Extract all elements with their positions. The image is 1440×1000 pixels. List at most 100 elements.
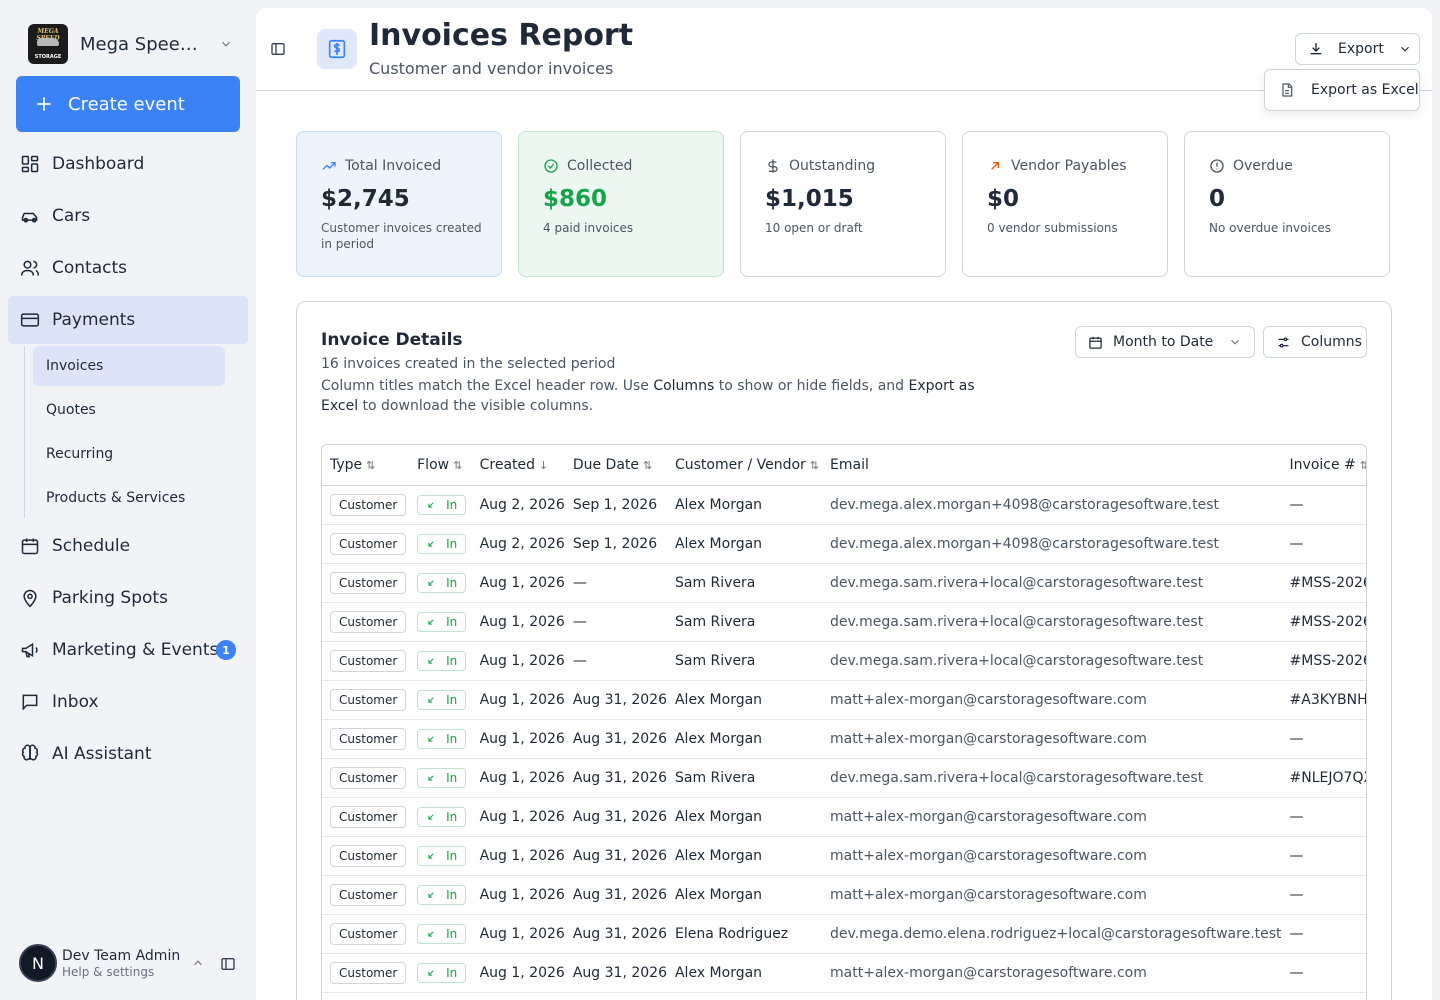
column-header-invoice-number[interactable]: Invoice # ⇅ — [1281, 445, 1366, 486]
nav-item-payments[interactable]: Payments — [8, 296, 248, 344]
flow-label: In — [446, 848, 458, 863]
sub-item-recurring[interactable]: Recurring — [33, 434, 225, 474]
avatar: N — [19, 944, 57, 982]
sort-icon: ⇅ — [1360, 459, 1366, 472]
flow-badge: In — [417, 767, 467, 788]
type-badge: Customer — [330, 688, 407, 711]
workspace-switcher[interactable]: MEGA SPEED STORAGE Mega Speed... — [28, 24, 233, 64]
page-header: Invoices Report Customer and vendor invo… — [256, 8, 1432, 91]
cell-email: matt+alex-morgan@carstoragesoftware.com — [822, 836, 1282, 876]
collapse-sidebar-icon[interactable] — [220, 956, 236, 972]
table-row[interactable]: Customer In Aug 2, 2026 Sep 1, 2026 Alex Mor… — [322, 485, 1366, 525]
date-range-select[interactable]: Month to Date — [1075, 326, 1255, 358]
sub-item-quotes[interactable]: Quotes — [33, 390, 225, 430]
flow-label: In — [446, 653, 458, 668]
invoice-table-container[interactable]: Type ⇅ Flow ⇅ Created ↓ Due Date ⇅ Customer … — [321, 444, 1367, 1000]
invoice-details-panel: Invoice Details 16 invoices created in t… — [296, 301, 1392, 1000]
cell-flow: In — [409, 914, 472, 954]
cell-flow: In — [409, 563, 472, 603]
sort-icon: ⇅ — [366, 458, 376, 472]
nav-label: Marketing & Events — [52, 640, 219, 660]
columns-button[interactable]: Columns — [1263, 326, 1367, 358]
nav-item-marketing-events[interactable]: Marketing & Events 1 — [8, 626, 248, 674]
arrow-down-left-icon — [426, 968, 436, 978]
sub-item-invoices[interactable]: Invoices — [33, 346, 225, 386]
cell-email: dev.mega.sam.rivera+local@carstoragesoft… — [822, 758, 1282, 798]
cell-type: Customer — [322, 875, 410, 915]
card-overdue: Overdue 0 No overdue invoices — [1184, 131, 1390, 277]
toggle-sidebar-icon[interactable] — [270, 41, 286, 57]
cell-created: Aug 1, 2026 — [471, 797, 565, 837]
flow-badge: In — [417, 533, 467, 554]
table-row[interactable]: Customer In Aug 1, 2026 Aug 31, 2026 Elena R… — [322, 914, 1366, 954]
column-header-email: Email — [822, 445, 1282, 486]
table-row[interactable]: Customer In Aug 1, 2026 Aug 31, 2026 Alex Mo… — [322, 875, 1366, 915]
flow-label: In — [446, 536, 458, 551]
flow-badge: In — [417, 728, 467, 749]
column-header-due-date[interactable]: Due Date ⇅ — [564, 445, 667, 486]
nav-item-cars[interactable]: Cars — [8, 192, 248, 240]
type-badge: Customer — [330, 649, 407, 672]
cell-due-date: Aug 31, 2026 — [564, 914, 667, 954]
table-row[interactable]: Customer In Aug 1, 2026 Aug 31, 2026 Alex Mo… — [322, 953, 1366, 993]
cell-email: matt+alex-morgan@carstoragesoftware.com — [822, 953, 1282, 993]
table-row[interactable]: Customer In Aug 1, 2026— Sam Rivera dev.mega… — [322, 602, 1366, 642]
card-header: Total Invoiced — [321, 158, 441, 174]
cell-type: Customer — [322, 797, 410, 837]
cell-invoice-number: — — [1281, 797, 1366, 837]
sliders-icon — [1276, 335, 1291, 350]
sub-item-products-services[interactable]: Products & Services — [33, 478, 225, 518]
cell-invoice-number: — — [1281, 719, 1366, 759]
details-count: 16 invoices created in the selected peri… — [321, 356, 616, 372]
table-row[interactable]: Customer In Aug 1, 2026 Aug 31, 2026 Alex Mo… — [322, 797, 1366, 837]
column-header-created[interactable]: Created ↓ — [471, 445, 565, 486]
flow-label: In — [446, 887, 458, 902]
cell-invoice-number: — — [1281, 524, 1366, 564]
nav-label: AI Assistant — [52, 744, 152, 764]
type-badge: Customer — [330, 961, 407, 984]
nav-item-dashboard[interactable]: Dashboard — [8, 140, 248, 188]
cell-created: Aug 1, 2026 — [471, 914, 565, 954]
cell-email: dev.mega.sam.rivera+local@carstoragesoft… — [822, 602, 1282, 642]
user-menu[interactable]: N Dev Team Admin Help & settings — [19, 944, 241, 982]
nav-item-contacts[interactable]: Contacts — [8, 244, 248, 292]
cell-type: Customer — [322, 914, 410, 954]
cell-customer: Sam Rivera — [666, 641, 822, 681]
table-row[interactable]: Customer In Aug 1, 2026— Sam Rivera dev.mega… — [322, 563, 1366, 603]
export-excel-menu-item[interactable]: Export as Excel — [1264, 69, 1420, 111]
cell-customer: Alex Morgan — [666, 680, 822, 720]
table-row[interactable]: Customer In Aug 1, 2026 Aug 31, 2026 Sam Riv… — [322, 758, 1366, 798]
arrow-down-left-icon — [426, 773, 436, 783]
car-icon — [20, 206, 40, 226]
nav-label: Cars — [52, 206, 91, 226]
column-header-customer-vendor[interactable]: Customer / Vendor ⇅ — [666, 445, 822, 486]
nav-item-inbox[interactable]: Inbox — [8, 678, 248, 726]
nav-item-parking-spots[interactable]: Parking Spots — [8, 574, 248, 622]
cell-flow: In — [409, 758, 472, 798]
arrow-down-left-icon — [426, 578, 436, 588]
flow-badge: In — [417, 845, 467, 866]
nav-label: Schedule — [52, 536, 131, 556]
cell-customer: Alex Morgan — [666, 875, 822, 915]
nav-item-schedule[interactable]: Schedule — [8, 522, 248, 570]
card-outstanding: Outstanding $1,015 10 open or draft — [740, 131, 946, 277]
type-badge: Customer — [330, 805, 407, 828]
check-circle-icon — [543, 158, 559, 174]
flow-badge: In — [417, 611, 467, 632]
cell-customer: Sam Rivera — [666, 602, 822, 642]
column-header-flow[interactable]: Flow ⇅ — [409, 445, 472, 486]
table-row[interactable]: Customer In Aug 2, 2026 Sep 1, 2026 Alex Mor… — [322, 524, 1366, 564]
table-row[interactable]: Customer In Aug 1, 2026 Aug 31, 2026 Alex Mo… — [322, 680, 1366, 720]
table-row[interactable]: Customer In Aug 1, 2026 Aug 31, 2026 Alex Mo… — [322, 836, 1366, 876]
cell-email: dev.mega.sam.rivera+local@carstoragesoft… — [822, 563, 1282, 603]
export-button[interactable]: Export — [1295, 33, 1420, 65]
table-row[interactable]: Customer In Aug 1, 2026— Sam Rivera dev.mega… — [322, 641, 1366, 681]
arrow-down-left-icon — [426, 929, 436, 939]
cell-type: Customer — [322, 524, 410, 564]
column-header-type[interactable]: Type ⇅ — [322, 445, 410, 486]
create-event-button[interactable]: Create event — [16, 76, 240, 132]
nav-item-ai-assistant[interactable]: AI Assistant — [8, 730, 248, 778]
cell-type: Customer — [322, 641, 410, 681]
help-text: Column titles match the Excel header row… — [321, 378, 654, 394]
table-row[interactable]: Customer In Aug 1, 2026 Aug 31, 2026 Alex Mo… — [322, 719, 1366, 759]
